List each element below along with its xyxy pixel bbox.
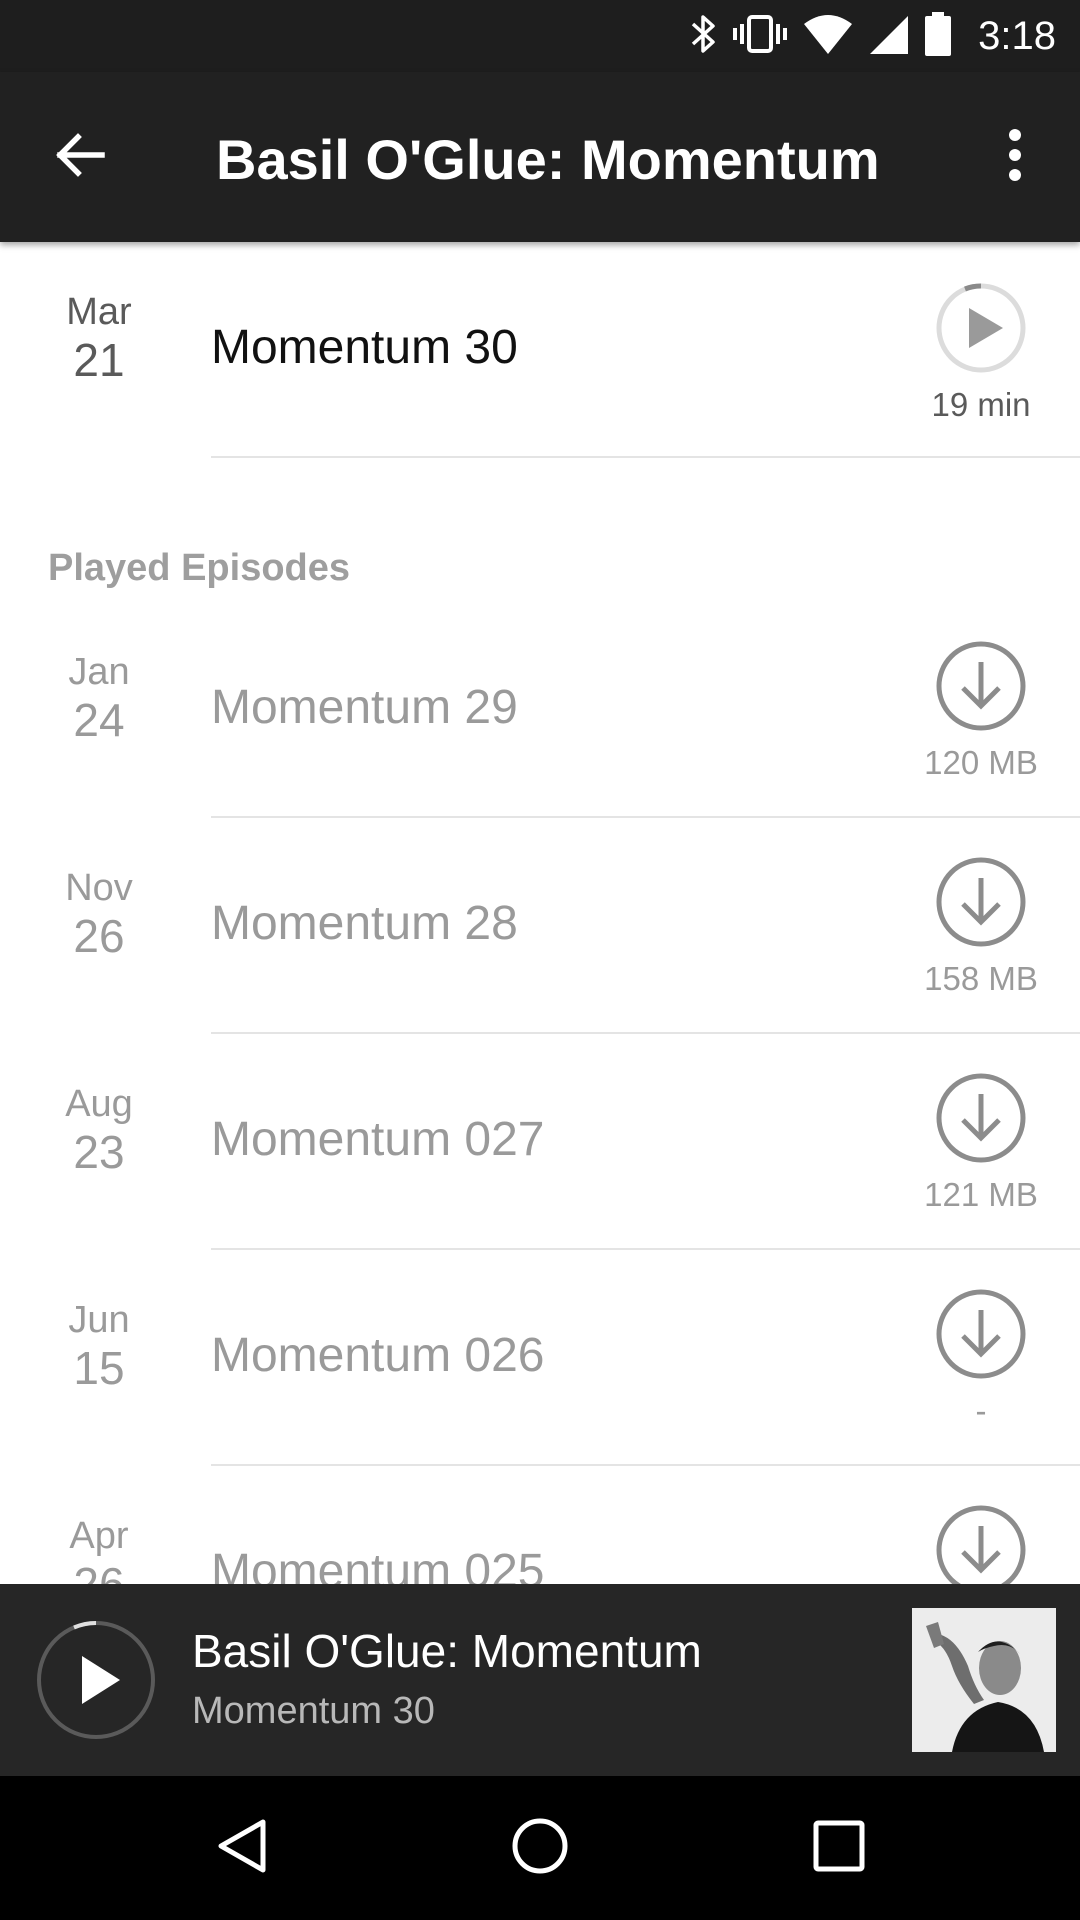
nav-back-icon bbox=[211, 1816, 271, 1881]
status-icons: 3:18 bbox=[688, 0, 1056, 72]
episode-row[interactable]: Nov 26 Momentum 28 158 MB bbox=[0, 818, 1080, 1034]
mini-player[interactable]: Basil O'Glue: Momentum Momentum 30 bbox=[0, 1584, 1080, 1776]
system-nav-bar bbox=[0, 1776, 1080, 1920]
episode-date: Nov 26 bbox=[40, 866, 158, 962]
page-title: Basil O'Glue: Momentum bbox=[216, 128, 880, 191]
episode-date: Apr 26 bbox=[40, 1514, 158, 1584]
battery-icon bbox=[924, 11, 952, 62]
divider bbox=[211, 456, 1080, 458]
episode-month: Apr bbox=[69, 1515, 129, 1557]
download-icon bbox=[906, 1072, 1056, 1164]
episode-date: Aug 23 bbox=[40, 1082, 158, 1178]
episode-size: 158 MB bbox=[924, 960, 1038, 997]
mini-player-play-button[interactable] bbox=[34, 1618, 158, 1742]
app-bar: Basil O'Glue: Momentum bbox=[0, 72, 1080, 242]
episode-date: Mar 21 bbox=[40, 290, 158, 386]
episode-row[interactable]: Aug 23 Momentum 027 121 MB bbox=[0, 1034, 1080, 1250]
podcast-artwork[interactable] bbox=[912, 1608, 1056, 1752]
episode-row[interactable]: Jun 15 Momentum 026 - bbox=[0, 1250, 1080, 1466]
nav-home-icon bbox=[510, 1816, 570, 1881]
bluetooth-icon bbox=[688, 12, 718, 61]
play-icon bbox=[34, 1621, 158, 1746]
episode-title: Momentum 28 bbox=[211, 897, 518, 950]
download-icon bbox=[906, 640, 1056, 732]
download-button[interactable] bbox=[906, 1504, 1056, 1584]
section-header-played: Played Episodes bbox=[48, 547, 351, 589]
download-icon bbox=[906, 1504, 1056, 1584]
episode-month: Jan bbox=[68, 651, 130, 693]
episode-row[interactable]: Jan 24 Momentum 29 120 MB bbox=[0, 602, 1080, 818]
play-progress-icon bbox=[906, 282, 1056, 374]
episode-row[interactable]: Apr 26 Momentum 025 bbox=[0, 1466, 1080, 1584]
mini-player-title: Basil O'Glue: Momentum bbox=[192, 1625, 702, 1677]
mini-player-subtitle: Momentum 30 bbox=[192, 1690, 435, 1732]
episode-title: Momentum 027 bbox=[211, 1113, 545, 1166]
arrow-back-icon bbox=[52, 127, 108, 188]
episode-size: 120 MB bbox=[924, 744, 1038, 781]
episode-month: Mar bbox=[66, 291, 132, 333]
status-bar: 3:18 bbox=[0, 0, 1080, 72]
episode-day: 26 bbox=[73, 910, 125, 962]
more-options-button[interactable] bbox=[980, 117, 1050, 197]
episode-title: Momentum 026 bbox=[211, 1329, 545, 1382]
episode-month: Aug bbox=[65, 1083, 133, 1125]
download-button[interactable]: - bbox=[906, 1288, 1056, 1430]
download-icon bbox=[906, 1288, 1056, 1380]
back-button[interactable] bbox=[40, 117, 120, 197]
episode-duration: 19 min bbox=[931, 386, 1031, 423]
nav-recents-icon bbox=[809, 1816, 869, 1881]
episode-day: 26 bbox=[73, 1558, 125, 1584]
signal-icon bbox=[868, 12, 910, 61]
episode-list[interactable]: Mar 21 Momentum 30 19 min Played Episode… bbox=[0, 242, 1080, 1584]
episode-title: Momentum 025 bbox=[211, 1545, 545, 1584]
play-episode-button[interactable]: 19 min bbox=[906, 282, 1056, 424]
episode-day: 15 bbox=[73, 1342, 125, 1394]
download-button[interactable]: 121 MB bbox=[906, 1072, 1056, 1214]
episode-row[interactable]: Mar 21 Momentum 30 19 min bbox=[0, 242, 1080, 458]
episode-title: Momentum 30 bbox=[211, 321, 518, 374]
download-button[interactable]: 120 MB bbox=[906, 640, 1056, 782]
episode-size: 121 MB bbox=[924, 1176, 1038, 1213]
nav-back-button[interactable] bbox=[181, 1798, 301, 1898]
episode-date: Jan 24 bbox=[40, 650, 158, 746]
download-icon bbox=[906, 856, 1056, 948]
nav-home-button[interactable] bbox=[480, 1798, 600, 1898]
episode-month: Nov bbox=[65, 867, 133, 909]
episode-title: Momentum 29 bbox=[211, 681, 518, 734]
episode-day: 23 bbox=[73, 1126, 125, 1178]
episode-size: - bbox=[975, 1392, 987, 1429]
episode-month: Jun bbox=[68, 1299, 130, 1341]
wifi-icon bbox=[802, 12, 854, 61]
more-vert-icon bbox=[1005, 127, 1025, 188]
vibrate-icon bbox=[732, 12, 788, 61]
status-time: 3:18 bbox=[978, 13, 1056, 58]
download-button[interactable]: 158 MB bbox=[906, 856, 1056, 998]
episode-day: 21 bbox=[73, 334, 125, 386]
episode-day: 24 bbox=[73, 694, 125, 746]
nav-recents-button[interactable] bbox=[779, 1798, 899, 1898]
episode-date: Jun 15 bbox=[40, 1298, 158, 1394]
